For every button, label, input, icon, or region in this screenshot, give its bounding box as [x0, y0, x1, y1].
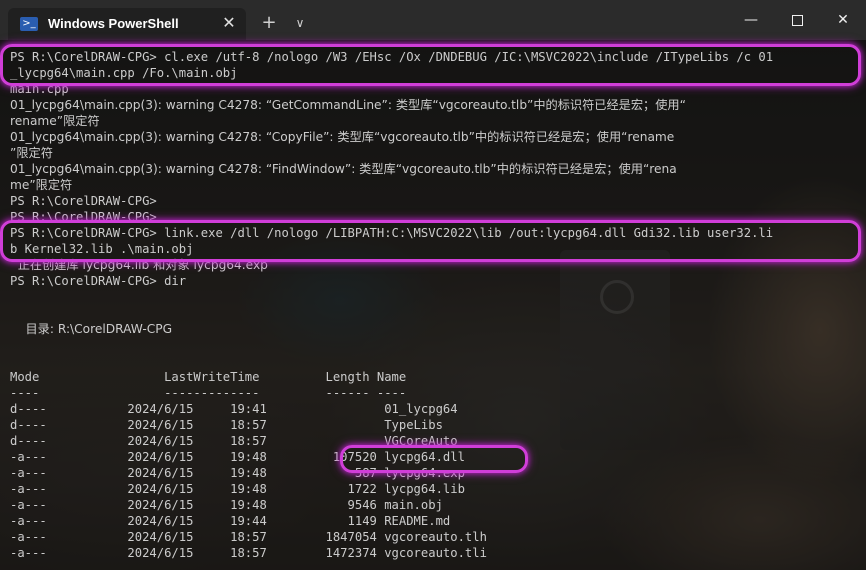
- new-tab-button[interactable]: +: [258, 12, 280, 34]
- window-title-bar[interactable]: >_ Windows PowerShell ✕ + ∨ — ✕: [0, 0, 866, 40]
- terminal-line: 01_lycpg64\main.cpp(3): warning C4278: “…: [10, 98, 686, 112]
- maximize-button[interactable]: [774, 0, 820, 40]
- terminal-line: me”限定符: [10, 178, 73, 192]
- tab-windows-powershell[interactable]: >_ Windows PowerShell ✕: [8, 8, 246, 40]
- table-row: -a--- 2024/6/15 19:48 1722 lycpg64.lib: [10, 482, 465, 496]
- terminal-line: PS R:\CorelDRAW-CPG>: [10, 194, 157, 208]
- table-row: d---- 2024/6/15 19:41 01_lycpg64: [10, 402, 458, 416]
- powershell-icon: >_: [20, 17, 38, 31]
- terminal-line: rename”限定符: [10, 114, 100, 128]
- dll-entry-highlight: [340, 445, 528, 473]
- tab-title: Windows PowerShell: [48, 16, 179, 31]
- terminal-output[interactable]: PS R:\CorelDRAW-CPG> cl.exe /utf-8 /nolo…: [0, 40, 866, 570]
- cl-command-highlight: [0, 44, 861, 86]
- minimize-button[interactable]: —: [728, 0, 774, 40]
- table-row: -a--- 2024/6/15 19:44 1149 README.md: [10, 514, 451, 528]
- maximize-icon: [791, 14, 803, 26]
- terminal-line: 目录: R:\CorelDRAW-CPG: [10, 322, 173, 336]
- terminal-line: PS R:\CorelDRAW-CPG> dir: [10, 274, 187, 288]
- table-row: -a--- 2024/6/15 19:48 9546 main.obj: [10, 498, 443, 512]
- terminal-line: ---- ------------- ------ ----: [10, 386, 407, 400]
- table-row: -a--- 2024/6/15 18:57 1472374 vgcoreauto…: [10, 546, 487, 560]
- table-row: d---- 2024/6/15 18:57 TypeLibs: [10, 418, 443, 432]
- terminal-line: ”限定符: [10, 146, 53, 160]
- terminal-line: 01_lycpg64\main.cpp(3): warning C4278: “…: [10, 130, 675, 144]
- terminal-line: Mode LastWriteTime Length Name: [10, 370, 407, 384]
- terminal-line: 01_lycpg64\main.cpp(3): warning C4278: “…: [10, 162, 677, 176]
- close-tab-icon[interactable]: ✕: [220, 13, 238, 33]
- close-window-button[interactable]: ✕: [820, 0, 866, 40]
- chevron-down-icon[interactable]: ∨: [290, 12, 310, 34]
- table-row: -a--- 2024/6/15 18:57 1847054 vgcoreauto…: [10, 530, 487, 544]
- link-command-highlight: [0, 220, 861, 262]
